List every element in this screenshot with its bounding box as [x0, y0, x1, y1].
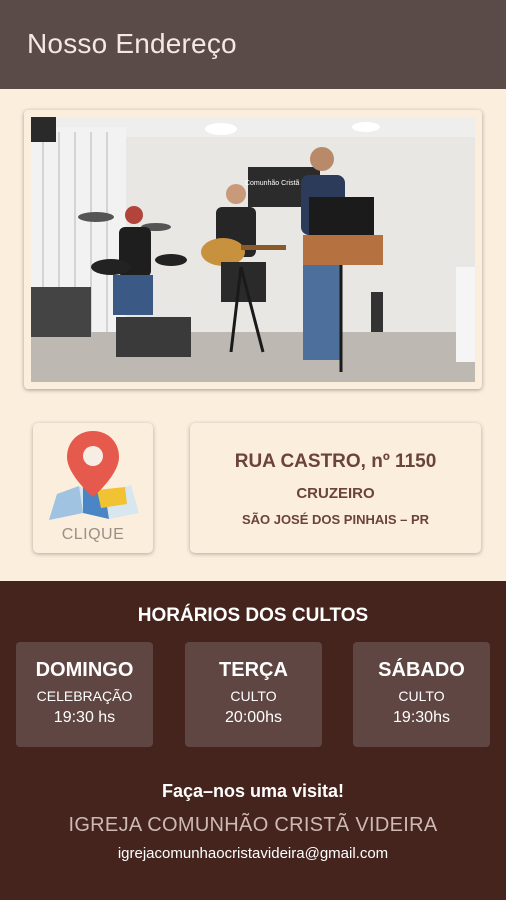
address-city: SÃO JOSÉ DOS PINHAIS – PR: [241, 512, 430, 527]
schedule-kind: CULTO: [398, 688, 445, 704]
address-street: RUA CASTRO, nº 1150: [234, 451, 437, 472]
schedule-title: HORÁRIOS DOS CULTOS: [137, 605, 369, 626]
page-title: Nosso Endereço: [27, 28, 237, 59]
schedule-kind: CULTO: [230, 688, 277, 704]
schedule-time: 20:00hs: [225, 709, 282, 726]
visit-invitation: Faça–nos uma visita!: [161, 781, 345, 801]
schedule-day: SÁBADO: [378, 659, 465, 681]
schedule-card-sunday: DOMINGO CELEBRAÇÃO 19:30 hs: [16, 642, 153, 747]
church-name: IGREJA COMUNHÃO CRISTÃ VIDEIRA: [68, 814, 438, 836]
schedule-card-tuesday: TERÇA CULTO 20:00hs: [185, 642, 322, 747]
app-bar: Nosso Endereço: [0, 0, 506, 89]
church-band-photo: Comunhão Cristã Videira: [31, 117, 475, 382]
schedule-time: 19:30hs: [393, 709, 450, 726]
contact-email-link[interactable]: igrejacomunhaocristavideira@gmail.com: [0, 845, 506, 862]
service-schedule-section: HORÁRIOS DOS CULTOS DOMINGO CELEBRAÇÃO 1…: [0, 581, 506, 900]
schedule-kind: CELEBRAÇÃO: [36, 688, 133, 704]
address-district: CRUZEIRO: [296, 485, 375, 502]
church-photo-card: Comunhão Cristã Videira: [24, 110, 482, 389]
schedule-time: 19:30 hs: [53, 709, 116, 726]
map-pin-icon: [49, 431, 139, 520]
address-card: RUA CASTRO, nº 1150 CRUZEIRO SÃO JOSÉ DO…: [190, 423, 481, 553]
schedule-card-saturday: SÁBADO CULTO 19:30hs: [353, 642, 490, 747]
map-button-label: CLIQUE: [61, 526, 125, 543]
schedule-day: DOMINGO: [35, 659, 134, 681]
schedule-day: TERÇA: [219, 659, 288, 681]
map-button[interactable]: CLIQUE: [33, 423, 153, 553]
